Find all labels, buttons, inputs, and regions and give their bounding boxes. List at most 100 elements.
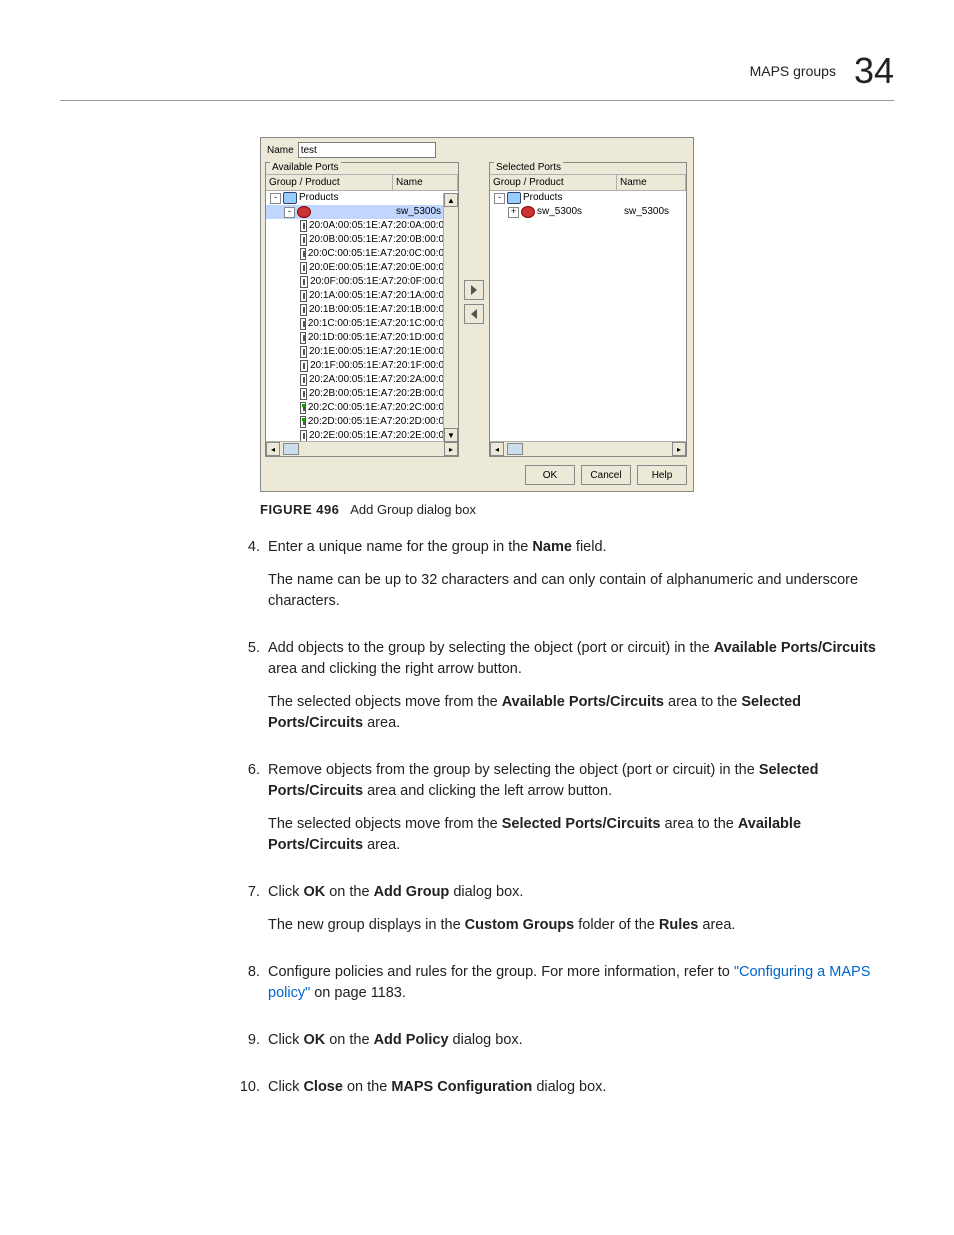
port-label: 20:2A:00:05:1E:A7:20:2A:00:05:1 [309,373,458,387]
available-ports-panel: Available Ports Group / Product Name - P… [265,162,459,457]
port-row[interactable]: 20:1E:00:05:1E:A7:20:1E:00:05:1 [266,345,458,359]
step-number: 8. [232,962,268,1016]
port-label: 20:1E:00:05:1E:A7:20:1E:00:05:1 [309,345,458,359]
port-row[interactable]: 20:1B:00:05:1E:A7:20:1B:00:05:1 [266,303,458,317]
port-row[interactable]: 20:2C:00:05:1E:A7:20:2C:00:05:1 [266,401,458,415]
port-row[interactable]: 20:2B:00:05:1E:A7:20:2B:00:05:1 [266,387,458,401]
port-icon [300,276,308,288]
scroll-right-icon[interactable]: ▸ [672,442,686,456]
scroll-left-icon[interactable]: ◂ [266,442,280,456]
port-icon [300,360,308,372]
instruction-list: 4. Enter a unique name for the group in … [232,537,894,1110]
products-label: Products [299,191,338,205]
horizontal-scrollbar[interactable]: ◂ ▸ [266,441,458,456]
col-group-product[interactable]: Group / Product [490,175,617,190]
port-icon [300,248,306,260]
port-row[interactable]: 20:1C:00:05:1E:A7:20:1C:00:05:1 [266,317,458,331]
chevron-right-icon [469,285,479,295]
port-icon [300,402,306,414]
step-number: 7. [232,882,268,948]
port-label: 20:2B:00:05:1E:A7:20:2B:00:05:1 [309,387,458,401]
figure-caption: FIGURE 496 Add Group dialog box [260,502,894,517]
port-icon [300,262,307,274]
port-icon [300,220,307,232]
collapse-icon[interactable]: - [494,193,505,204]
cancel-button[interactable]: Cancel [581,465,631,485]
scroll-right-icon[interactable]: ▸ [444,442,458,456]
port-row[interactable]: 20:1A:00:05:1E:A7:20:1A:00:05:1 [266,289,458,303]
tree-switch-node[interactable]: + sw_5300s sw_5300s [490,205,686,219]
header-rule [60,100,894,101]
port-icon [300,430,307,441]
add-group-dialog: Name Available Ports Group / Product Nam… [260,137,694,492]
chapter-number: 34 [854,50,894,91]
port-label: 20:2D:00:05:1E:A7:20:2D:00:05:1 [308,415,458,429]
help-button[interactable]: Help [637,465,687,485]
page-header: MAPS groups 34 [60,50,894,92]
port-icon [300,304,307,316]
port-row[interactable]: 20:0B:00:05:1E:A7:20:0B:00:05:1 [266,233,458,247]
figure-number: FIGURE 496 [260,502,339,517]
port-icon [300,388,307,400]
col-name[interactable]: Name [393,175,458,190]
port-icon [300,234,307,246]
port-icon [300,290,307,302]
port-label: 20:1B:00:05:1E:A7:20:1B:00:05:1 [309,303,458,317]
tree-products-node[interactable]: - Products [266,191,458,205]
chevron-left-icon [469,309,479,319]
move-right-button[interactable] [464,280,484,300]
name-label: Name [267,145,294,156]
tree-products-node[interactable]: - Products [490,191,686,205]
name-field[interactable] [298,142,436,158]
ok-button[interactable]: OK [525,465,575,485]
collapse-icon[interactable]: - [284,207,295,218]
products-icon [507,192,521,204]
port-label: 20:0B:00:05:1E:A7:20:0B:00:05:1 [309,233,458,247]
header-title: MAPS groups [750,63,836,79]
port-row[interactable]: 20:0F:00:05:1E:A7:20:0F:00:05:1 [266,275,458,289]
horizontal-scrollbar[interactable]: ◂ ▸ [490,441,686,456]
switch-icon [297,206,311,218]
collapse-icon[interactable]: - [270,193,281,204]
port-label: 20:2C:00:05:1E:A7:20:2C:00:05:1 [308,401,458,415]
port-label: 20:1D:00:05:1E:A7:20:1D:00:05:1 [308,331,458,345]
col-name[interactable]: Name [617,175,686,190]
scroll-down-icon[interactable]: ▼ [444,428,458,442]
scroll-thumb[interactable] [283,443,299,455]
scroll-thumb[interactable] [507,443,523,455]
port-row[interactable]: 20:1F:00:05:1E:A7:20:1F:00:05:1 [266,359,458,373]
col-group-product[interactable]: Group / Product [266,175,393,190]
port-label: 20:1A:00:05:1E:A7:20:1A:00:05:1 [309,289,458,303]
port-label: 20:1C:00:05:1E:A7:20:1C:00:05:1 [308,317,458,331]
scroll-left-icon[interactable]: ◂ [490,442,504,456]
step-number: 9. [232,1030,268,1063]
expand-icon[interactable]: + [508,207,519,218]
port-row[interactable]: 20:2E:00:05:1E:A7:20:2E:00:05:1 [266,429,458,441]
port-row[interactable]: 20:2A:00:05:1E:A7:20:2A:00:05:1 [266,373,458,387]
port-icon [300,346,307,358]
port-label: 20:0F:00:05:1E:A7:20:0F:00:05:1 [310,275,458,289]
tree-switch-node[interactable]: - sw_5300s sw_5300s [266,205,458,219]
selected-ports-title: Selected Ports [494,162,563,173]
port-row[interactable]: 20:0C:00:05:1E:A7:20:0C:00:05:1 [266,247,458,261]
port-icon [300,374,307,386]
port-label: 20:1F:00:05:1E:A7:20:1F:00:05:1 [310,359,458,373]
port-row[interactable]: 20:1D:00:05:1E:A7:20:1D:00:05:1 [266,331,458,345]
port-icon [300,416,306,428]
switch-label: sw_5300s [537,205,582,219]
vertical-scrollbar[interactable]: ▲ ▼ [443,193,458,442]
port-label: 20:0E:00:05:1E:A7:20:0E:00:05:1 [309,261,458,275]
products-label: Products [523,191,562,205]
scroll-up-icon[interactable]: ▲ [444,193,458,207]
port-row[interactable]: 20:0E:00:05:1E:A7:20:0E:00:05:1 [266,261,458,275]
available-ports-title: Available Ports [270,162,341,173]
port-icon [300,332,306,344]
move-left-button[interactable] [464,304,484,324]
step-number: 5. [232,638,268,746]
port-row[interactable]: 20:2D:00:05:1E:A7:20:2D:00:05:1 [266,415,458,429]
switch-name: sw_5300s [624,205,686,219]
port-label: 20:0A:00:05:1E:A7:20:0A:00:05:1 [309,219,458,233]
step-number: 4. [232,537,268,624]
port-row[interactable]: 20:0A:00:05:1E:A7:20:0A:00:05:1 [266,219,458,233]
figure-text: Add Group dialog box [350,502,476,517]
